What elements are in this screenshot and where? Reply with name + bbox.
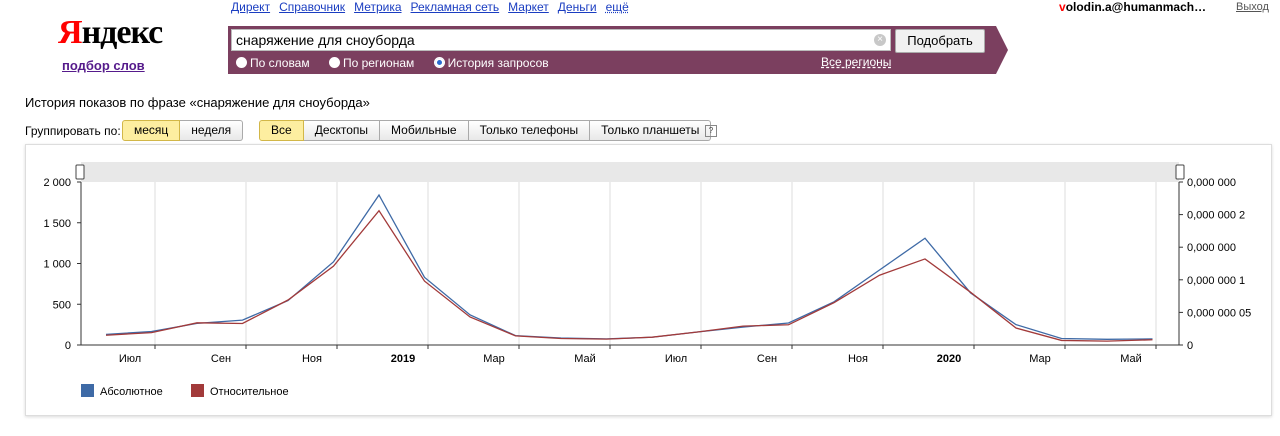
range-handle-left[interactable] [75, 164, 85, 180]
all-regions-link[interactable]: Все регионы [821, 55, 891, 69]
x-tick-label: 2020 [937, 353, 961, 365]
group-by-label: Группировать по: [25, 124, 121, 138]
legend-swatch[interactable] [191, 384, 204, 397]
help-icon[interactable]: ? [705, 125, 717, 137]
legend-swatch[interactable] [81, 384, 94, 397]
wordstat-link[interactable]: подбор слов [62, 58, 145, 73]
range-handle-right[interactable] [1175, 164, 1185, 180]
top-nav: Директ Справочник Метрика Рекламная сеть Мар… [231, 0, 638, 14]
x-tick-label: Июл [665, 353, 687, 365]
y-tick-label-left: 1 000 [43, 259, 71, 271]
nav-more[interactable]: ещё [606, 0, 629, 14]
nav-spravochnik[interactable]: Справочник [279, 0, 345, 14]
radio-by-words[interactable]: По словам [236, 56, 310, 70]
y-tick-label-right: 0,000 000 05 [1187, 307, 1251, 319]
x-tick-label: Мар [1029, 353, 1051, 365]
x-tick-label: Май [574, 353, 596, 365]
nav-direct[interactable]: Директ [231, 0, 270, 14]
x-tick-label: Июл [119, 353, 141, 365]
chart-container: 0 500 1 000 1 500 2 000 0 0,000 000 05 0,000 00… [25, 144, 1272, 416]
x-tick-label: Сен [211, 353, 231, 365]
search-input[interactable]: снаряжение для сноуборда × [231, 29, 891, 51]
search-query: снаряжение для сноуборда [236, 32, 415, 48]
radio-history[interactable]: История запросов [433, 56, 549, 70]
group-week-button[interactable]: неделя [180, 120, 244, 141]
device-tablets-button[interactable]: Только планшеты [590, 120, 712, 141]
legend-label[interactable]: Относительное [210, 386, 289, 398]
radio-label: По регионам [342, 56, 415, 70]
nav-market[interactable]: Маркет [508, 0, 549, 14]
device-desktops-button[interactable]: Десктопы [303, 120, 381, 141]
device-phones-button[interactable]: Только телефоны [468, 120, 591, 141]
radio-circle-icon [328, 57, 340, 68]
nav-metrika[interactable]: Метрика [354, 0, 401, 14]
search-button[interactable]: Подобрать [895, 29, 985, 53]
legend-label[interactable]: Абсолютное [100, 386, 163, 398]
series-line-absolute [105, 193, 1153, 340]
group-by-buttons: месяц неделя [122, 120, 244, 141]
device-all-button[interactable]: Все [259, 120, 304, 141]
search-bar: снаряжение для сноуборда × Подобрать По … [228, 26, 1008, 74]
mode-radios: По словам По регионам История запросов [236, 56, 565, 70]
x-tick-label: Май [1120, 353, 1142, 365]
user-first-letter: v [1059, 0, 1066, 14]
range-scroll-band [81, 162, 1179, 182]
y-tick-label-left: 0 [65, 340, 71, 352]
y-tick-label-left: 500 [53, 299, 71, 311]
group-month-button[interactable]: месяц [122, 120, 181, 141]
x-tick-label: Ноя [848, 353, 868, 365]
x-tick-label: Мар [483, 353, 505, 365]
series-line-relative [105, 209, 1153, 342]
y-tick-label-right: 0,000 000 [1187, 177, 1236, 189]
user-login: olodin.a@humanmach… [1065, 0, 1207, 14]
y-tick-label-left: 2 000 [43, 177, 71, 189]
nav-ad-network[interactable]: Рекламная сеть [411, 0, 500, 14]
device-mobile-button[interactable]: Мобильные [380, 120, 469, 141]
radio-circle-icon [236, 57, 247, 68]
radio-label: История запросов [447, 56, 549, 70]
radio-by-regions[interactable]: По регионам [328, 56, 415, 70]
yandex-logo[interactable]: Яндекс [58, 14, 164, 52]
user-account[interactable]: volodin.a@humanmach… [1059, 0, 1206, 14]
y-tick-label-right: 0,000 000 [1187, 242, 1236, 254]
x-tick-label: Ноя [302, 353, 322, 365]
logo-rest: ндекс [81, 14, 164, 51]
y-tick-label-right: 0,000 000 2 [1187, 210, 1245, 222]
y-tick-label-right: 0 [1187, 340, 1193, 352]
x-tick-label: Сен [757, 353, 777, 365]
radio-selected-icon [433, 57, 445, 68]
y-tick-label-right: 0,000 000 1 [1187, 275, 1245, 287]
clear-icon[interactable]: × [874, 34, 886, 46]
radio-label: По словам [250, 56, 310, 70]
history-chart: 0 500 1 000 1 500 2 000 0 0,000 000 05 0,000 00… [43, 162, 1251, 398]
logo-first-letter: Я [58, 14, 83, 51]
nav-money[interactable]: Деньги [558, 0, 597, 14]
logout-link[interactable]: Выход [1236, 1, 1269, 13]
page-title: История показов по фразе «снаряжение для… [25, 95, 370, 110]
x-tick-label: 2019 [391, 353, 415, 365]
y-tick-label-left: 1 500 [43, 218, 71, 230]
device-filter-buttons: Все Десктопы Мобильные Только телефоны Т… [259, 120, 712, 141]
